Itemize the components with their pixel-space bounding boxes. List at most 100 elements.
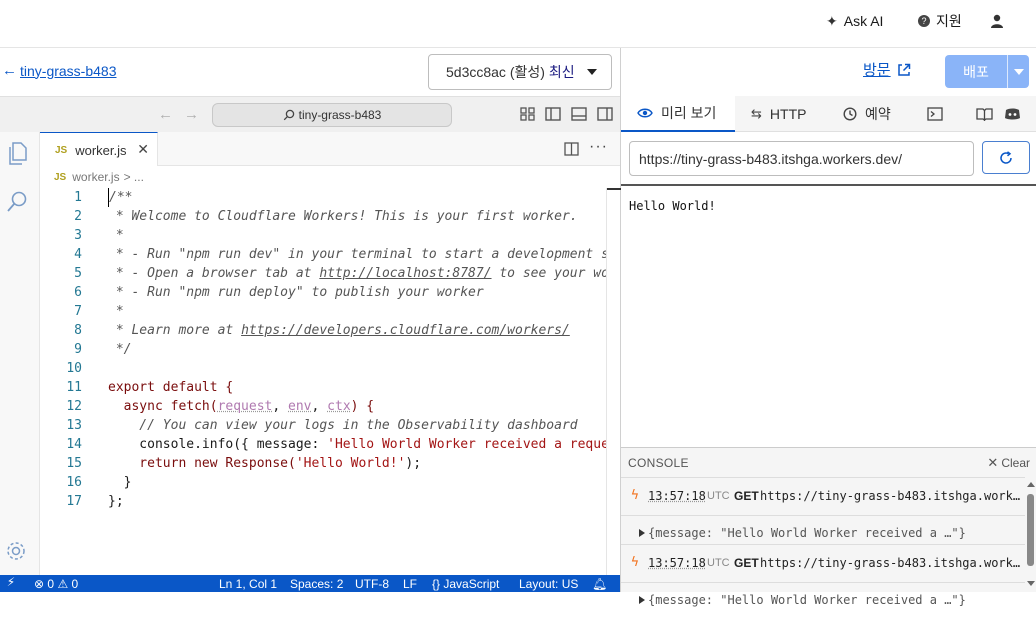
expand-triangle-icon[interactable] [639, 596, 645, 604]
clear-console-button[interactable]: ✕ Clear [987, 455, 1030, 471]
code-line: 17}; [40, 492, 607, 511]
code-param: ctx [327, 399, 351, 414]
language-mode[interactable]: {} JavaScript [432, 577, 499, 591]
code-text: } [108, 475, 132, 490]
search-icon[interactable] [6, 190, 28, 214]
tab-schedule[interactable]: 예약 [843, 96, 891, 132]
toggle-panel-icon[interactable] [571, 107, 587, 121]
close-icon: ✕ [987, 455, 999, 470]
split-editor-icon[interactable] [564, 142, 579, 156]
language-label: JavaScript [443, 577, 500, 591]
tab-worker-js[interactable]: JS worker.js ✕ [40, 132, 158, 167]
js-file-icon: JS [55, 144, 68, 156]
preview-tabs: 미리 보기 ⇆ HTTP 예약 [621, 96, 1036, 132]
visit-link[interactable]: 방문 [863, 59, 911, 80]
code-link[interactable]: https://developers.cloudflare.com/worker… [241, 323, 570, 338]
more-actions-icon[interactable]: ··· [589, 138, 608, 156]
breadcrumb-file[interactable]: worker.js [72, 170, 119, 184]
command-center[interactable]: tiny-grass-b483 [212, 103, 452, 127]
deploy-dropdown[interactable] [1008, 68, 1029, 75]
activity-bar [0, 132, 40, 575]
tab-label: worker.js [75, 142, 127, 158]
deploy-button[interactable]: 배포 [945, 55, 1029, 88]
help-circle-icon: ? [918, 15, 930, 27]
version-latest: 최신 [548, 64, 575, 80]
remote-indicator[interactable]: ⚡ [0, 575, 22, 592]
arrow-left-icon[interactable]: ← [158, 106, 173, 123]
chevron-down-icon [587, 69, 597, 75]
comment-text: to see your wor [491, 266, 607, 281]
code-editor[interactable]: 1 /** 2 * Welcome to Cloudflare Workers! … [40, 188, 607, 575]
console-log-object[interactable]: {message: "Hello World Worker received a… [621, 582, 1025, 620]
console-log-request[interactable]: ϟ 13:57:18 UTC GET https://tiny-grass-b4… [621, 477, 1025, 515]
code-text: }; [108, 494, 124, 509]
book-icon[interactable] [976, 107, 993, 121]
code-line: 14 console.info({ message: 'Hello World … [40, 435, 607, 454]
code-statement: console.info({ message: [108, 437, 328, 452]
bell-icon[interactable]: 🔔︎ [592, 577, 607, 591]
line-number: 16 [66, 475, 82, 490]
line-number: 5 [74, 266, 82, 281]
tab-label: HTTP [769, 106, 807, 122]
user-menu-button[interactable] [990, 0, 1004, 42]
gear-icon[interactable] [5, 540, 27, 562]
cursor-position[interactable]: Ln 1, Col 1 [219, 577, 277, 591]
log-timezone: UTC [707, 490, 730, 502]
clear-label: Clear [1001, 456, 1030, 470]
arrows-icon: ⇆ [751, 106, 762, 121]
toggle-sidebar-icon[interactable] [545, 107, 561, 121]
scrollbar-thumb[interactable] [1027, 494, 1034, 566]
console-title: CONSOLE [628, 456, 689, 470]
console-scrollbar[interactable] [1026, 478, 1036, 593]
arrow-left-icon: ← [2, 62, 17, 79]
code-text: * - Run "npm run dev" in your terminal t… [108, 247, 607, 262]
ask-ai-button[interactable]: ✦ Ask AI [826, 0, 883, 42]
indentation[interactable]: Spaces: 2 [290, 577, 343, 591]
tab-preview[interactable]: 미리 보기 [621, 96, 735, 132]
expand-triangle-icon[interactable] [639, 529, 645, 537]
tab-http[interactable]: ⇆ HTTP [751, 96, 806, 132]
refresh-icon [1000, 150, 1012, 164]
arrow-right-icon[interactable]: → [184, 106, 199, 123]
preview-frame[interactable]: Hello World! [621, 186, 1036, 447]
terminal-icon[interactable] [927, 107, 943, 121]
code-string: 'Hello World Worker received a reques [327, 437, 607, 452]
breadcrumb-symbols[interactable]: > ... [124, 170, 144, 184]
lightning-icon: ϟ [631, 488, 639, 503]
scroll-up-icon[interactable] [1027, 482, 1035, 487]
top-bar: ✦ Ask AI ? 지원 [0, 0, 1036, 48]
scroll-down-icon[interactable] [1027, 581, 1035, 586]
refresh-button[interactable] [982, 141, 1030, 174]
customize-layout-icon[interactable] [520, 107, 535, 121]
line-number: 6 [74, 285, 82, 300]
preview-url-input[interactable] [629, 141, 974, 176]
discord-icon[interactable] [1004, 107, 1021, 121]
line-number: 15 [66, 456, 82, 471]
code-text: * Learn more at https://developers.cloud… [108, 321, 570, 340]
code-text: return new Response('Hello World!'); [108, 454, 421, 473]
log-time: 13:57:18 [648, 489, 706, 503]
console-log-request[interactable]: ϟ 13:57:18 UTC GET https://tiny-grass-b4… [621, 544, 1025, 582]
close-icon[interactable]: ✕ [137, 141, 149, 158]
line-number: 9 [74, 342, 82, 357]
back-link[interactable]: ← tiny-grass-b483 [2, 62, 117, 79]
editor-tabs: JS worker.js ✕ ··· [40, 132, 620, 167]
code-link[interactable]: http://localhost:8787/ [319, 266, 491, 281]
line-ending[interactable]: LF [403, 577, 417, 591]
code-text: */ [108, 342, 132, 357]
tab-label: 예약 [865, 106, 891, 122]
keyboard-layout[interactable]: Layout: US [519, 577, 578, 591]
problems-indicator[interactable]: ⊗ 0 ⚠ 0 [34, 577, 78, 591]
code-statement: return new Response( [108, 456, 296, 471]
toggle-secondary-sidebar-icon[interactable] [597, 107, 613, 121]
encoding[interactable]: UTF-8 [355, 577, 389, 591]
button-divider [1007, 55, 1008, 88]
editor-scrollbar[interactable] [606, 188, 621, 575]
line-number: 8 [74, 323, 82, 338]
code-line: 16 } [40, 473, 607, 492]
version-select[interactable]: 5d3cc8ac (활성) 최신 [428, 54, 612, 90]
code-line: 5 * - Open a browser tab at http://local… [40, 264, 607, 283]
explorer-icon[interactable] [6, 142, 28, 166]
line-number: 4 [74, 247, 82, 262]
support-button[interactable]: ? 지원 [918, 0, 962, 42]
